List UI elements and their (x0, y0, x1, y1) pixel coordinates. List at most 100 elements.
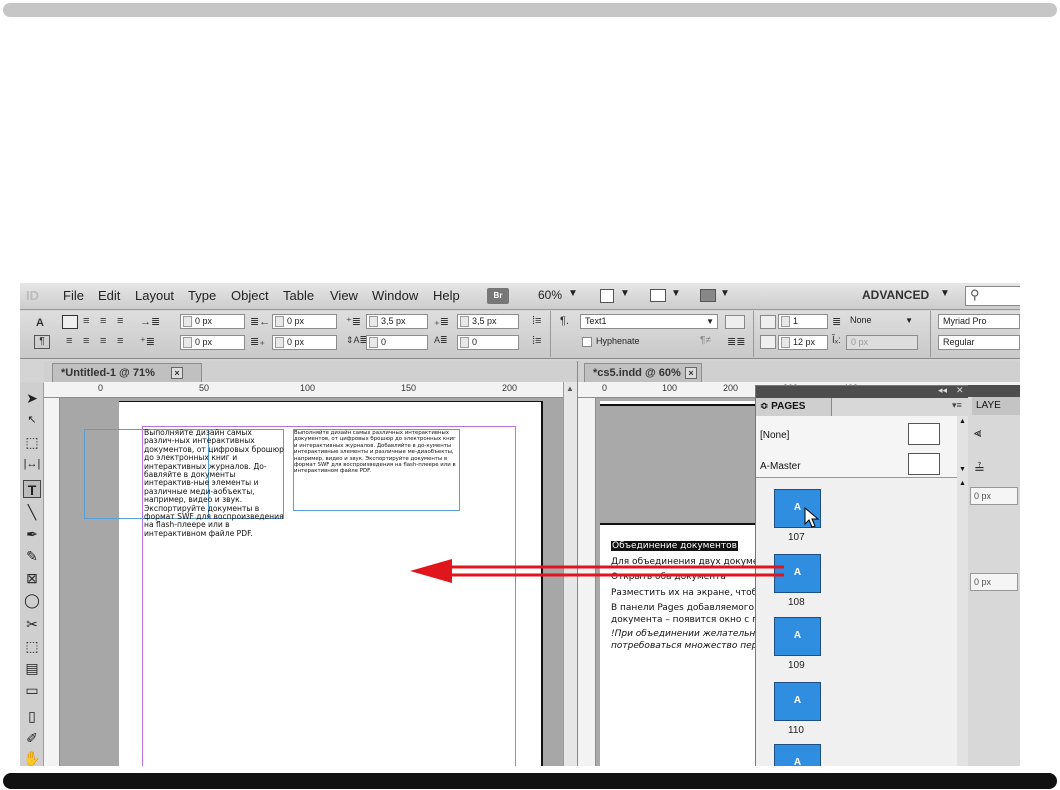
gutter-field[interactable]: 12 px (778, 335, 828, 350)
view-dropdown-icon[interactable]: ▼ (620, 288, 630, 299)
view-options-icon[interactable] (600, 289, 614, 303)
workspace-dropdown-icon[interactable]: ▼ (940, 288, 950, 299)
baseline-grid-icon[interactable]: ⁞≡ (532, 335, 541, 347)
panel-menu-icon[interactable]: ▾≡ (952, 400, 962, 411)
close-icon[interactable]: × (685, 367, 697, 379)
numbered-list-icon[interactable]: ≣≣ (727, 335, 745, 348)
zoom-level[interactable]: 60% (538, 288, 562, 302)
close-icon[interactable]: ✕ (956, 385, 964, 396)
first-line-indent-field[interactable]: 0 px (180, 335, 245, 350)
grid-align-icon[interactable]: ⁞≡ (532, 315, 541, 327)
scroll-up-icon[interactable]: ▲ (959, 418, 966, 425)
paragraph-mode-icon[interactable]: ¶ (34, 335, 50, 349)
selected-heading[interactable]: Объединение документов (611, 541, 738, 551)
align-right-icon[interactable]: ≡ (100, 315, 106, 327)
menu-view[interactable]: View (330, 288, 358, 303)
free-transform-tool-icon[interactable]: ⬚ (23, 637, 41, 655)
master-none-thumbnail[interactable] (908, 423, 940, 445)
hyphenate-checkbox[interactable] (582, 337, 592, 347)
tab-cs5-indd[interactable]: *cs5.indd @ 60% × (584, 363, 702, 382)
menu-type[interactable]: Type (188, 288, 216, 303)
note-tool-icon[interactable]: ▯ (23, 707, 41, 725)
align-towards-spine-icon[interactable]: ≡ (117, 315, 123, 327)
space-after-field[interactable]: 3,5 px (457, 314, 519, 329)
workspace-switcher[interactable]: ADVANCED (862, 288, 929, 302)
master-a-label[interactable]: A-Master (760, 461, 801, 472)
pen-tool-icon[interactable]: ✒ (23, 525, 41, 543)
zoom-dropdown-icon[interactable]: ▼ (568, 288, 578, 299)
text-frame-left[interactable]: Выполняйте дизайн самых различ-ных интер… (144, 428, 284, 538)
collapse-icon[interactable]: ◂◂ (938, 385, 947, 396)
gradient-feather-tool-icon[interactable]: ▭ (23, 681, 41, 699)
search-input[interactable]: ⚲ (965, 286, 1020, 306)
pencil-tool-icon[interactable]: ✎ (23, 547, 41, 565)
x-offset-icon: Ĭₓ: (832, 335, 841, 346)
menu-table[interactable]: Table (283, 288, 314, 303)
align-left-button[interactable] (62, 315, 78, 329)
eyedropper-tool-icon[interactable]: ✐ (23, 729, 41, 747)
scroll-down-icon[interactable]: ▼ (959, 466, 966, 473)
align-center-icon[interactable]: ≡ (83, 315, 89, 327)
paragraph-style-dropdown[interactable]: Text1 ▼ (580, 314, 718, 329)
last-line-indent-field[interactable]: 0 px (272, 335, 337, 350)
columns-field[interactable]: 1 (778, 314, 828, 329)
menu-help[interactable]: Help (433, 288, 460, 303)
menu-object[interactable]: Object (231, 288, 269, 303)
page-thumbnail[interactable]: A (774, 744, 821, 766)
ruler-label: 0 (602, 383, 608, 393)
left-indent-field[interactable]: 0 px (180, 314, 245, 329)
character-mode-icon[interactable]: A (36, 317, 44, 329)
distribute-icon[interactable]: ≟ (974, 461, 985, 477)
right-indent-field[interactable]: 0 px (272, 314, 337, 329)
justify-right-icon[interactable]: ≡ (100, 335, 106, 347)
menu-file[interactable]: File (63, 288, 84, 303)
masters-section: [None] A-Master (756, 416, 957, 478)
page-tool-icon[interactable]: ⬚ (23, 433, 41, 451)
gap-tool-icon[interactable]: |↔| (23, 455, 41, 473)
menu-edit[interactable]: Edit (98, 288, 120, 303)
right-indent-icon: ≣← (250, 316, 271, 328)
bridge-button[interactable]: Br (487, 288, 509, 304)
screen-dropdown-icon[interactable]: ▼ (671, 288, 681, 299)
font-family-field[interactable]: Myriad Pro (938, 314, 1020, 329)
rectangle-frame-tool-icon[interactable]: ⊠ (23, 569, 41, 587)
x-offset-field[interactable]: 0 px (846, 335, 918, 350)
space-before-field[interactable]: 3,5 px (366, 314, 428, 329)
menu-layout[interactable]: Layout (135, 288, 174, 303)
drop-cap-lines-field[interactable]: 0 (366, 335, 428, 350)
align-icon[interactable]: ⫷ (974, 425, 981, 441)
selection-tool-icon[interactable]: ➤ (23, 389, 41, 407)
side-field-1[interactable]: 0 px (970, 487, 1018, 505)
bullets-button[interactable] (725, 315, 745, 329)
side-field-2[interactable]: 0 px (970, 573, 1018, 591)
line-tool-icon[interactable]: ╲ (23, 503, 41, 521)
tab-layers[interactable]: LAYE (972, 397, 1020, 415)
arrange-dropdown-icon[interactable]: ▼ (720, 288, 730, 299)
ellipse-tool-icon[interactable]: ◯ (23, 591, 41, 609)
tab-pages[interactable]: ≎ PAGES (756, 398, 832, 416)
span-dropdown[interactable]: None ▼ (846, 314, 916, 329)
justify-all-icon[interactable]: ≡ (117, 335, 123, 347)
screen-mode-icon[interactable] (650, 289, 666, 302)
scroll-up-icon[interactable]: ▲ (959, 480, 966, 487)
drop-cap-chars-field[interactable]: 0 (457, 335, 519, 350)
master-none-label[interactable]: [None] (760, 430, 789, 441)
scroll-up-icon[interactable]: ▲ (566, 384, 574, 393)
justify-center-icon[interactable]: ≡ (83, 335, 89, 347)
gradient-swatch-tool-icon[interactable]: ▤ (23, 659, 41, 677)
master-a-thumbnail[interactable] (908, 453, 940, 475)
hand-tool-icon[interactable]: ✋ (23, 749, 41, 766)
scissors-tool-icon[interactable]: ✂ (23, 615, 41, 633)
type-tool-icon[interactable]: T (23, 480, 41, 498)
page-thumbnail[interactable]: A (774, 617, 821, 656)
direct-selection-tool-icon[interactable]: ↖ (23, 411, 41, 429)
page-thumbnail[interactable]: A (774, 682, 821, 721)
arrange-docs-icon[interactable] (700, 289, 716, 302)
justify-left-icon[interactable]: ≡ (66, 335, 72, 347)
menu-window[interactable]: Window (372, 288, 418, 303)
close-icon[interactable]: × (171, 367, 183, 379)
tab-untitled-1[interactable]: *Untitled-1 @ 71% × (52, 363, 202, 382)
font-style-field[interactable]: Regular (938, 335, 1020, 350)
space-before-icon: ⁺≣ (346, 316, 362, 328)
text-frame-right[interactable]: Выполняйте дизайн самых различных интера… (294, 430, 460, 475)
